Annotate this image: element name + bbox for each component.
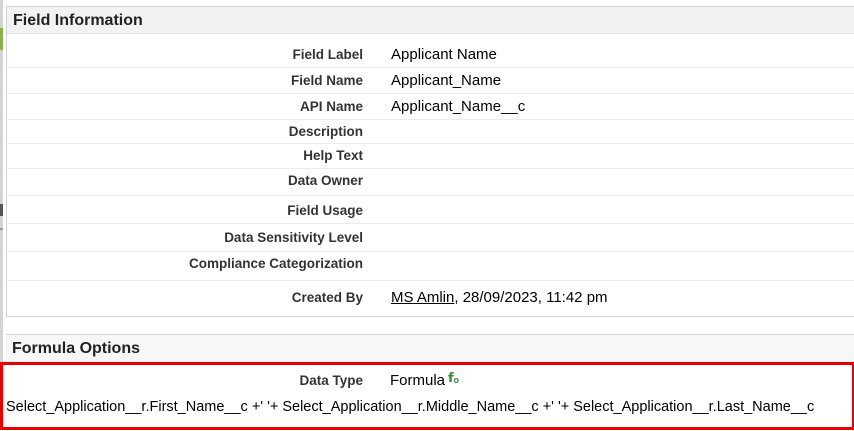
label-compliance-categorization: Compliance Categorization (188, 256, 363, 271)
left-accent-bar (0, 28, 3, 50)
section-title-field-information: Field Information (7, 7, 854, 34)
value-field-label: Applicant Name (391, 46, 497, 63)
label-api-name: API Name (299, 99, 363, 114)
row-created-by: Created By MS Amlin, 28/09/2023, 11:42 p… (7, 281, 854, 315)
label-data-type: Data Type (299, 373, 363, 388)
field-information-section: Field Information Field Label Applicant … (6, 6, 854, 317)
created-by-datetime: , 28/09/2023, 11:42 pm (454, 289, 608, 306)
value-field-name: Applicant_Name (391, 72, 502, 89)
row-help-text: Help Text (7, 144, 854, 169)
label-created-by: Created By (291, 290, 363, 305)
label-data-owner: Data Owner (287, 173, 363, 188)
value-data-type: Formula 𝗳ₒ (390, 370, 460, 389)
row-data-sensitivity-level: Data Sensitivity Level (7, 224, 854, 252)
section-title-formula-options: Formula Options (6, 335, 854, 363)
label-description: Description (288, 124, 363, 139)
value-api-name: Applicant_Name__c (391, 98, 526, 115)
row-api-name: API Name Applicant_Name__c (7, 94, 854, 120)
row-field-label: Field Label Applicant Name (7, 42, 854, 68)
left-edge-marker (0, 204, 3, 216)
label-field-usage: Field Usage (287, 203, 363, 218)
formula-icon: 𝗳ₒ (448, 370, 460, 385)
row-field-usage: Field Usage (7, 196, 854, 224)
label-help-text: Help Text (303, 148, 363, 163)
left-edge-marker-2 (0, 228, 3, 230)
data-type-text: Formula (390, 372, 446, 389)
formula-expression: Select_Application__r.First_Name__c +' '… (6, 399, 815, 415)
created-by-user-link[interactable]: MS Amlin (391, 289, 454, 306)
label-data-sensitivity-level: Data Sensitivity Level (224, 230, 363, 245)
label-field-label: Field Label (292, 47, 363, 62)
value-created-by: MS Amlin, 28/09/2023, 11:42 pm (391, 289, 608, 306)
row-compliance-categorization: Compliance Categorization (7, 252, 854, 281)
row-field-name: Field Name Applicant_Name (7, 68, 854, 94)
row-description: Description (7, 120, 854, 144)
row-data-owner: Data Owner (7, 169, 854, 196)
label-field-name: Field Name (290, 73, 363, 88)
